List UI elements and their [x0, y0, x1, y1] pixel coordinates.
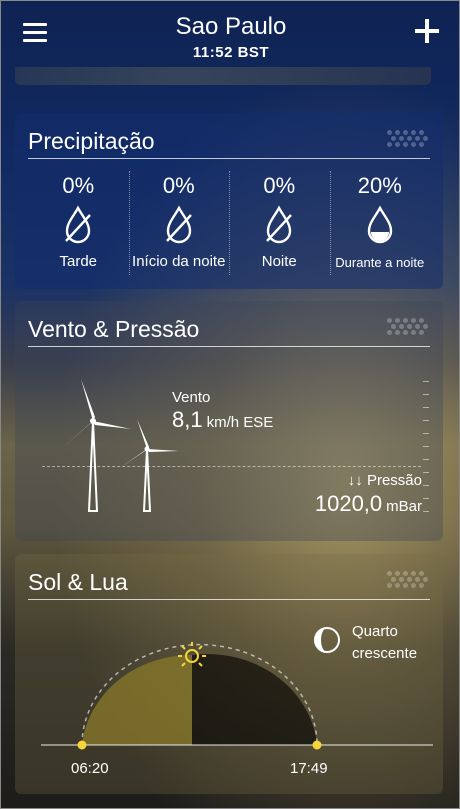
city-name: Sao Paulo: [175, 13, 287, 40]
wind-speed-value: 8,1: [172, 407, 203, 432]
precip-column-night: 0% Noite: [229, 171, 330, 281]
map-strip[interactable]: [15, 67, 431, 85]
pressure-value: 1020,0: [314, 491, 383, 516]
card-header: Vento & Pressão: [15, 301, 443, 351]
precip-column-afternoon: 0% Tarde: [28, 171, 129, 281]
wind-speed: 8,1 km/h ESE: [172, 407, 273, 433]
precip-label: Noite: [261, 253, 297, 270]
sun-path-chart: [41, 642, 433, 750]
precip-label: Tarde: [59, 253, 98, 270]
precipitation-columns: 0% Tarde 0% Início da noite 0% Noite 20%…: [28, 171, 430, 281]
drag-handle-icon[interactable]: [387, 318, 428, 335]
local-time: 11:52 BST: [192, 44, 270, 61]
top-bar: Sao Paulo 11:52 BST: [1, 1, 460, 71]
card-title: Vento & Pressão: [28, 316, 200, 342]
drag-handle-icon[interactable]: [387, 571, 428, 588]
weather-screen: Sao Paulo 11:52 BST Precipitação 0% Tard…: [0, 0, 460, 809]
pressure-baseline: [42, 466, 421, 467]
sunrise-time: 06:20: [71, 760, 109, 777]
precip-label: Durante a noite: [335, 255, 425, 270]
wind-label: Vento: [172, 389, 211, 406]
divider: [28, 346, 430, 347]
no-rain-drop-icon: [165, 205, 192, 244]
card-header: Precipitação: [15, 113, 443, 163]
pressure-scale: [423, 381, 431, 521]
precip-column-evening: 0% Início da noite: [128, 171, 230, 281]
card-header: Sol & Lua: [15, 554, 443, 604]
precip-column-overnight: 20% Durante a noite: [329, 171, 431, 281]
pressure-reading: 1020,0 mBar: [315, 491, 422, 517]
precip-percent: 0%: [263, 173, 296, 198]
pressure-unit: mBar: [386, 498, 422, 515]
divider: [28, 599, 430, 600]
wind-pressure-card: Vento & Pressão Vento 8,1 km/h ESE ↓↓ Pre…: [15, 301, 443, 541]
no-rain-drop-icon: [266, 205, 293, 244]
card-title: Precipitação: [28, 128, 155, 154]
pressure-label: ↓↓ Pressão: [347, 472, 422, 489]
sunset-time: 17:49: [290, 760, 328, 777]
drag-handle-icon[interactable]: [387, 130, 428, 147]
divider: [28, 158, 430, 159]
add-location-icon[interactable]: [415, 19, 439, 43]
card-title: Sol & Lua: [28, 569, 128, 595]
no-rain-drop-icon: [65, 205, 92, 244]
wind-unit: km/h ESE: [206, 414, 274, 431]
precip-percent: 0%: [62, 173, 95, 198]
rain-drop-icon: [367, 205, 392, 244]
precipitation-card: Precipitação 0% Tarde 0% Início da noite: [15, 113, 443, 289]
sun-moon-card: Sol & Lua Quarto crescente 06:20 17:49: [15, 554, 443, 794]
precip-percent: 0%: [162, 173, 195, 198]
precip-label: Início da noite: [132, 253, 226, 270]
precip-percent: 20%: [357, 173, 402, 198]
